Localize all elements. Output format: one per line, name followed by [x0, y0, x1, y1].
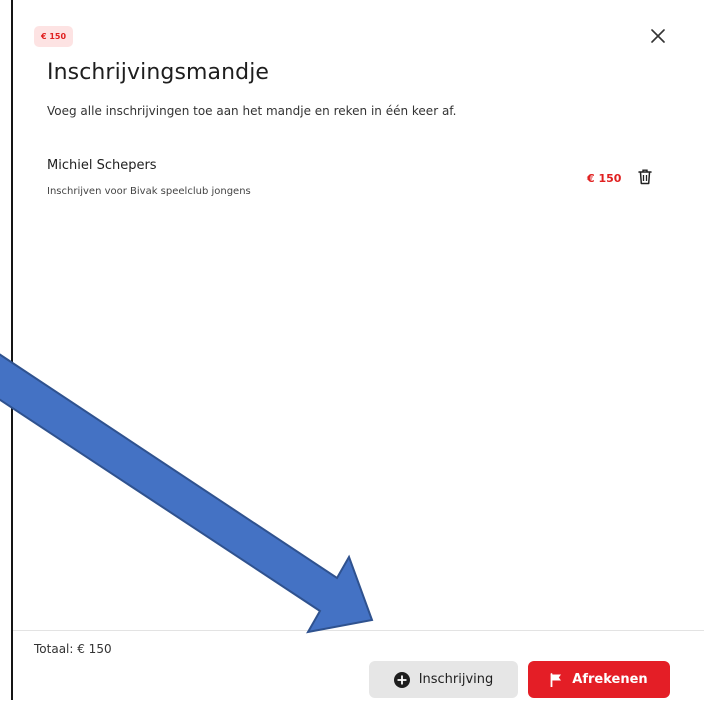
add-registration-button[interactable]: Inschrijving [369, 661, 518, 698]
trash-icon [638, 169, 652, 185]
delete-item-button[interactable] [635, 165, 655, 189]
cart-item-price: € 150 [587, 172, 622, 185]
cart-item-description: Inschrijven voor Bivak speelclub jongens [47, 186, 251, 197]
cart-total: Totaal: € 150 [34, 642, 112, 656]
plus-circle-icon [393, 671, 410, 688]
cart-item: Michiel Schepers Inschrijven voor Bivak … [47, 158, 665, 204]
price-badge: € 150 [34, 26, 74, 47]
close-icon [651, 29, 665, 43]
modal-title: Inschrijvingsmandje [47, 60, 270, 85]
cart-item-name: Michiel Schepers [47, 158, 157, 173]
checkout-button[interactable]: Afrekenen [528, 661, 670, 698]
add-registration-label: Inschrijving [418, 672, 494, 687]
checkout-label: Afrekenen [572, 672, 648, 687]
close-button[interactable] [646, 24, 670, 48]
flag-icon [550, 672, 562, 687]
modal-subtitle: Voeg alle inschrijvingen toe aan het man… [47, 104, 457, 118]
